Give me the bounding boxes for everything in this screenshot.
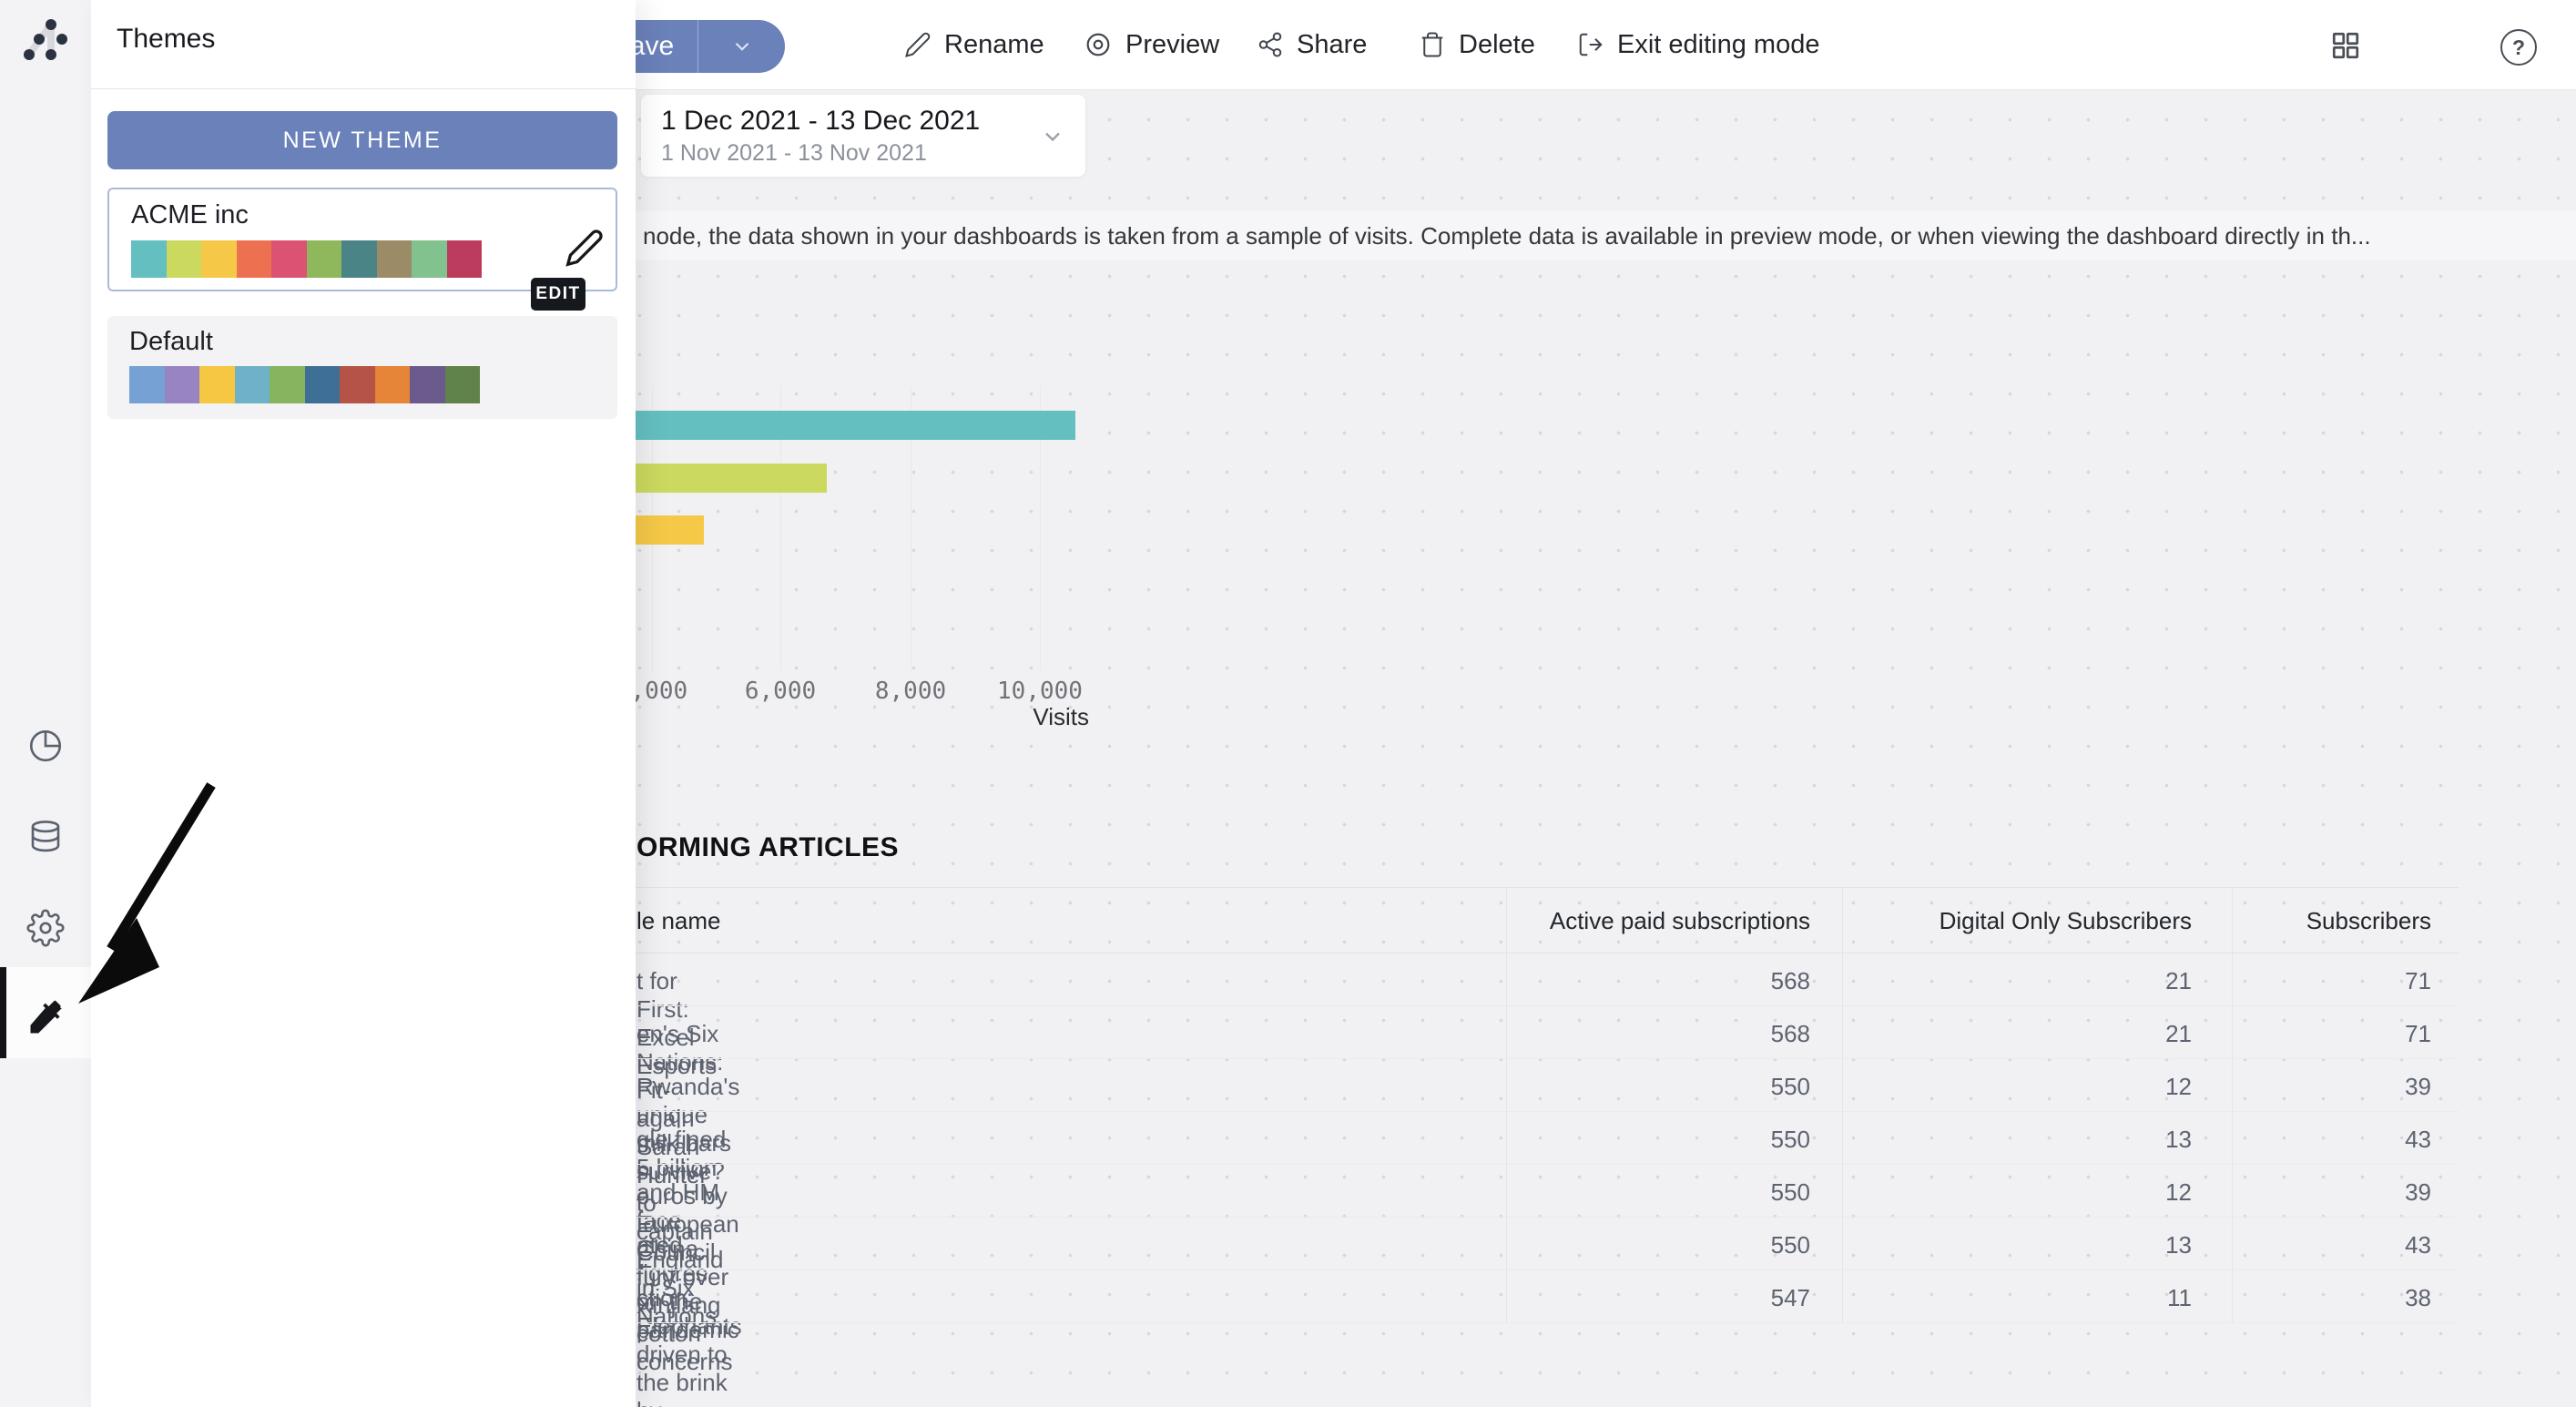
theme-palette: [129, 366, 480, 403]
column-header-active-paid-subscriptions[interactable]: Active paid subscriptions: [1537, 907, 1810, 935]
metric-cell: 43: [2249, 1231, 2431, 1259]
share-label: Share: [1297, 30, 1367, 60]
preview-button[interactable]: Preview: [1084, 0, 1219, 89]
theme-name: ACME inc: [131, 200, 249, 230]
sample-data-banner: node, the data shown in your dashboards …: [636, 211, 2576, 260]
help-button[interactable]: ?: [2500, 29, 2537, 66]
articles-table-title: ORMING ARTICLES: [636, 832, 899, 863]
metric-cell: 547: [1537, 1284, 1810, 1312]
exit-icon: [1577, 31, 1604, 58]
share-icon: [1257, 31, 1284, 58]
metric-cell: 13: [1919, 1231, 2192, 1259]
date-caret-icon: [1040, 124, 1065, 149]
visits-xtick: 8,000: [874, 678, 947, 705]
themes-panel: Themes NEW THEME ACME inc EDIT Default: [91, 0, 636, 1407]
edit-tooltip: EDIT: [531, 278, 585, 311]
column-header-digital-only-subscribers[interactable]: Digital Only Subscribers: [1919, 907, 2192, 935]
pie-chart-icon: [26, 727, 65, 765]
themes-panel-title: Themes: [117, 24, 215, 55]
metric-cell: 21: [1919, 1020, 2192, 1048]
metric-cell: 38: [2249, 1284, 2431, 1312]
row-divider: [510, 1111, 2459, 1112]
edit-theme-pencil-icon[interactable]: [565, 228, 605, 268]
metric-cell: 550: [1537, 1126, 1810, 1154]
dashboards-grid-icon[interactable]: [2329, 29, 2362, 66]
metric-cell: 12: [1919, 1178, 2192, 1207]
metric-cell: 550: [1537, 1178, 1810, 1207]
table-border: [510, 887, 2459, 888]
row-divider: [510, 1058, 2459, 1059]
row-divider: [510, 1164, 2459, 1165]
metric-cell: 13: [1919, 1126, 2192, 1154]
column-header-article-name[interactable]: le name: [636, 907, 721, 935]
database-icon: [26, 818, 65, 856]
column-separator: [1842, 887, 1843, 1323]
sidebar-item-themes[interactable]: [0, 998, 91, 1038]
row-divider: [510, 1217, 2459, 1218]
app-window: Rename Preview Share Delete Exit editing…: [0, 0, 2576, 1407]
banner-text: node, the data shown in your dashboards …: [636, 222, 2371, 250]
trash-icon: [1419, 31, 1446, 58]
metric-cell: 568: [1537, 1020, 1810, 1048]
metric-cell: 568: [1537, 967, 1810, 995]
row-divider: [510, 1322, 2459, 1323]
metric-cell: 12: [1919, 1073, 2192, 1101]
preview-icon: [1084, 30, 1113, 59]
exit-label: Exit editing mode: [1617, 30, 1819, 60]
visits-axis-label: Visits: [907, 703, 1089, 731]
column-header-subscribers[interactable]: Subscribers: [2249, 907, 2431, 935]
rename-button[interactable]: Rename: [904, 0, 1044, 89]
theme-name: Default: [129, 327, 213, 357]
metric-cell: 71: [2249, 1020, 2431, 1048]
metric-cell: 71: [2249, 967, 2431, 995]
visits-xtick: 10,000: [994, 678, 1085, 705]
pencil-icon: [904, 31, 932, 58]
exit-editing-button[interactable]: Exit editing mode: [1577, 0, 1819, 89]
panel-divider: [91, 88, 636, 89]
column-separator: [2232, 887, 2233, 1323]
app-logo[interactable]: [20, 16, 71, 67]
new-theme-button[interactable]: NEW THEME: [107, 111, 617, 169]
eyedropper-icon: [25, 998, 66, 1038]
article-name-cell[interactable]: ction: Elephants driven to the brink by …: [636, 1284, 742, 1407]
gear-icon: [26, 909, 65, 947]
metric-cell: 11: [1919, 1284, 2192, 1312]
theme-card-default[interactable]: Default: [107, 316, 617, 419]
metric-cell: 550: [1537, 1231, 1810, 1259]
sidebar-item-analytics[interactable]: [0, 727, 91, 765]
date-range-comparison: 1 Nov 2021 - 13 Nov 2021: [661, 140, 927, 167]
preview-label: Preview: [1125, 30, 1219, 60]
metric-cell: 43: [2249, 1126, 2431, 1154]
metric-cell: 550: [1537, 1073, 1810, 1101]
date-range-current: 1 Dec 2021 - 13 Dec 2021: [661, 106, 980, 137]
column-separator: [1506, 887, 1507, 1323]
rename-label: Rename: [944, 30, 1044, 60]
row-divider: [510, 1269, 2459, 1270]
row-divider: [510, 1005, 2459, 1006]
left-sidebar: [0, 0, 92, 1407]
save-caret-icon[interactable]: [698, 35, 785, 58]
metric-cell: 39: [2249, 1073, 2431, 1101]
sidebar-item-settings[interactable]: [0, 909, 91, 947]
metric-cell: 21: [1919, 967, 2192, 995]
share-button[interactable]: Share: [1257, 0, 1367, 89]
visits-xtick: 6,000: [744, 678, 817, 705]
theme-palette: [131, 240, 482, 278]
help-label: ?: [2512, 36, 2525, 60]
theme-card-acme[interactable]: ACME inc: [107, 188, 617, 291]
delete-button[interactable]: Delete: [1419, 0, 1535, 89]
sidebar-item-data[interactable]: [0, 818, 91, 856]
date-range-picker[interactable]: 1 Dec 2021 - 13 Dec 2021 1 Nov 2021 - 13…: [641, 95, 1085, 177]
delete-label: Delete: [1459, 30, 1535, 60]
metric-cell: 39: [2249, 1178, 2431, 1207]
